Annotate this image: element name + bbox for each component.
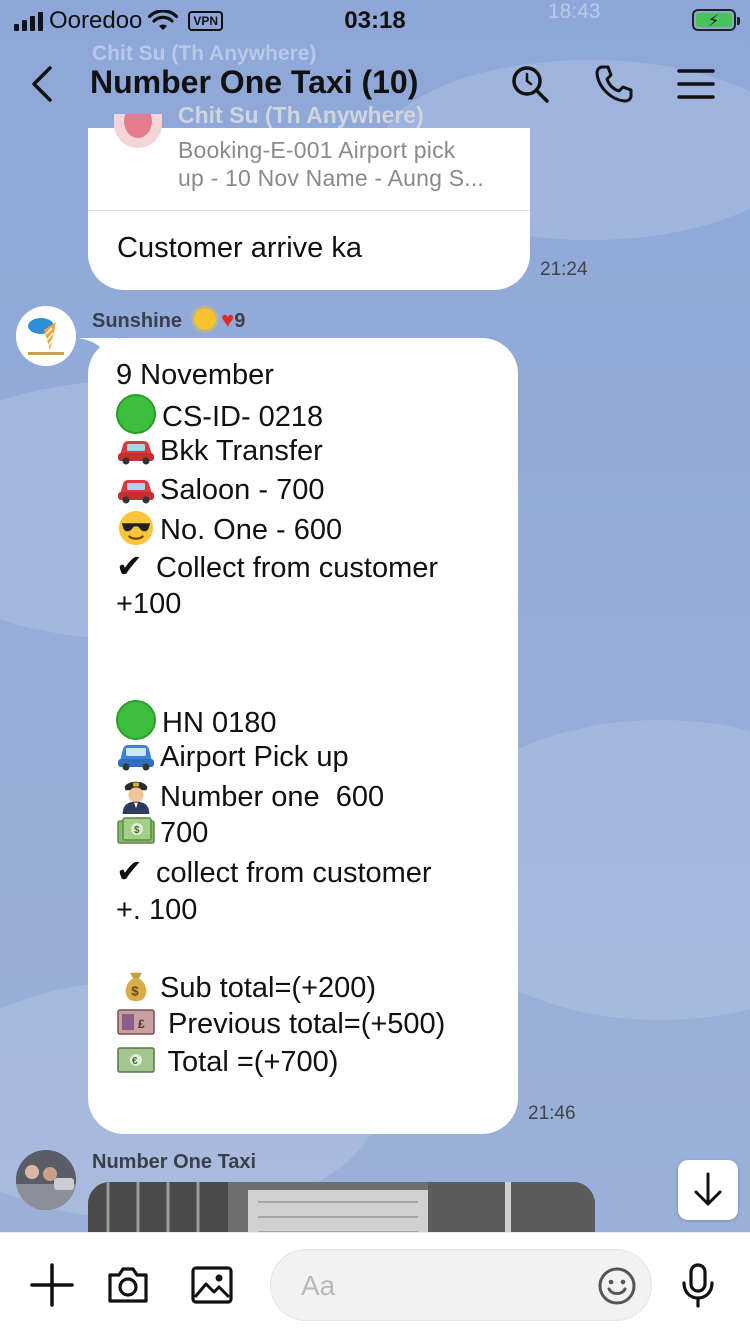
chat-title: Number One Taxi (10) <box>90 64 419 100</box>
group-photo-icon <box>16 1150 76 1210</box>
green-circle-icon <box>116 394 156 435</box>
status-bar: Ooredoo VPN 03:18 ⚡ <box>0 0 750 40</box>
svg-text:$: $ <box>131 984 139 999</box>
green-circle-icon <box>116 699 156 740</box>
message-input-placeholder: Aa <box>301 1270 336 1301</box>
status-time: 03:18 <box>344 7 406 34</box>
camera-icon[interactable] <box>104 1261 152 1309</box>
quoted-avatar <box>114 114 162 148</box>
arrow-down-icon <box>694 1172 722 1206</box>
message-line: 9 November <box>116 359 274 391</box>
quoted-message-preview[interactable]: Booking-E-001 Airport pick up - 10 Nov N… <box>178 136 518 192</box>
message-line: Airport Pick up <box>116 738 445 776</box>
plus-icon[interactable] <box>28 1261 76 1309</box>
battery-icon: ⚡ <box>692 9 740 31</box>
reply-text: Customer arrive ka <box>117 232 362 264</box>
blue-car-icon <box>118 744 154 771</box>
sender-avatar[interactable] <box>16 306 76 366</box>
message-line: ✔ Collect from customer <box>116 547 439 584</box>
message-composer: Aa <box>0 1232 750 1334</box>
check-mark-icon: ✔ <box>116 853 143 890</box>
svg-text:€: € <box>132 1056 138 1067</box>
message-time: 21:24 <box>540 259 588 280</box>
message-bubble-quoted[interactable]: Chit Su (Th Anywhere) Booking-E-001 Airp… <box>88 102 530 290</box>
sender-avatar[interactable] <box>16 1150 76 1210</box>
money-bag-icon: $ <box>125 972 147 1002</box>
message-line: ✔ collect from customer <box>116 853 432 890</box>
message-line: CS-ID- 0218 <box>116 394 445 435</box>
sender-name: Number One Taxi <box>92 1151 257 1173</box>
sunglasses-face-icon <box>118 510 154 545</box>
message-input[interactable]: Aa <box>270 1249 652 1321</box>
menu-icon[interactable] <box>674 62 718 106</box>
message-text: 9 November CS-ID- 0218 Bkk Transfer Saloon … <box>116 356 445 1082</box>
car-icon <box>118 441 154 465</box>
phone-icon[interactable] <box>592 62 636 106</box>
check-mark-icon: ✔ <box>116 547 143 584</box>
emoji-icon[interactable] <box>597 1266 637 1306</box>
back-chevron-icon[interactable] <box>22 62 66 106</box>
quote-divider <box>88 210 530 211</box>
message-line <box>116 662 445 700</box>
sender-name: Sunshine ♥9 <box>92 307 246 332</box>
pound-bill-icon: £ <box>117 1009 155 1035</box>
message-line <box>116 929 445 967</box>
scroll-to-bottom-button[interactable] <box>678 1160 738 1220</box>
image-icon[interactable] <box>188 1261 236 1309</box>
message-line: Number one 600 <box>116 776 445 815</box>
quoted-sender-name: Chit Su (Th Anywhere) <box>178 102 424 128</box>
message-bubble-sunshine[interactable]: 9 November CS-ID- 0218 Bkk Transfer Saloon … <box>78 338 518 1134</box>
message-line: +. 100 <box>116 893 198 926</box>
message-line <box>116 623 445 661</box>
message-line: +100 <box>116 588 182 621</box>
svg-text:$: $ <box>134 825 140 836</box>
euro-bill-icon: € <box>117 1047 155 1074</box>
message-time: 21:46 <box>528 1103 576 1124</box>
message-line: € Total =(+700) <box>116 1043 445 1081</box>
bubble-tail <box>78 338 118 368</box>
message-line: $700 <box>116 814 445 852</box>
message-line: Saloon - 700 <box>116 471 445 509</box>
ghost-time: 18:43 <box>548 0 601 23</box>
sun-icon <box>193 308 216 330</box>
message-line: No. One - 600 <box>116 509 445 547</box>
message-line: $ Sub total=(+200) <box>116 967 445 1005</box>
sunshine-logo-icon <box>16 306 76 366</box>
message-line: £ Previous total=(+500) <box>116 1005 445 1043</box>
dollar-bill-icon: $ <box>117 817 155 844</box>
svg-text:£: £ <box>138 1017 145 1031</box>
microphone-icon[interactable] <box>674 1261 722 1309</box>
search-icon[interactable] <box>508 62 552 106</box>
message-line: Bkk Transfer <box>116 432 445 470</box>
car-icon <box>118 479 154 504</box>
pilot-icon <box>122 781 150 815</box>
heart-icon: ♥ <box>221 307 235 332</box>
message-line: HN 0180 <box>116 699 445 740</box>
